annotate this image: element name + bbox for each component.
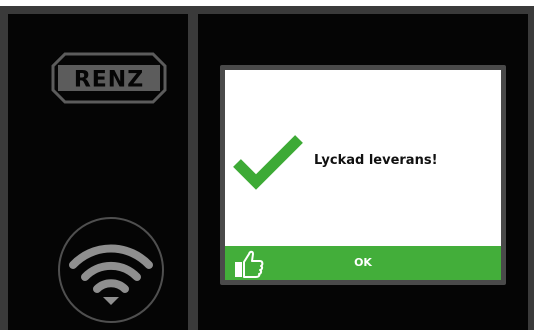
ok-button[interactable]: OK xyxy=(225,246,501,280)
logo-text: RENZ xyxy=(74,68,144,93)
renz-logo: RENZ xyxy=(51,52,167,104)
ok-button-label: OK xyxy=(354,256,372,269)
checkmark-icon xyxy=(233,135,303,190)
wifi-icon xyxy=(58,217,164,323)
display-screen: Lyckad leverans! OK xyxy=(220,65,506,285)
left-panel: RENZ xyxy=(8,14,188,330)
status-message: Lyckad leverans! xyxy=(314,153,438,168)
terminal-frame: RENZ Lyckad leverans! OK xyxy=(0,6,534,330)
right-panel: Lyckad leverans! OK xyxy=(198,14,528,330)
delivery-dialog: Lyckad leverans! OK xyxy=(225,70,501,280)
